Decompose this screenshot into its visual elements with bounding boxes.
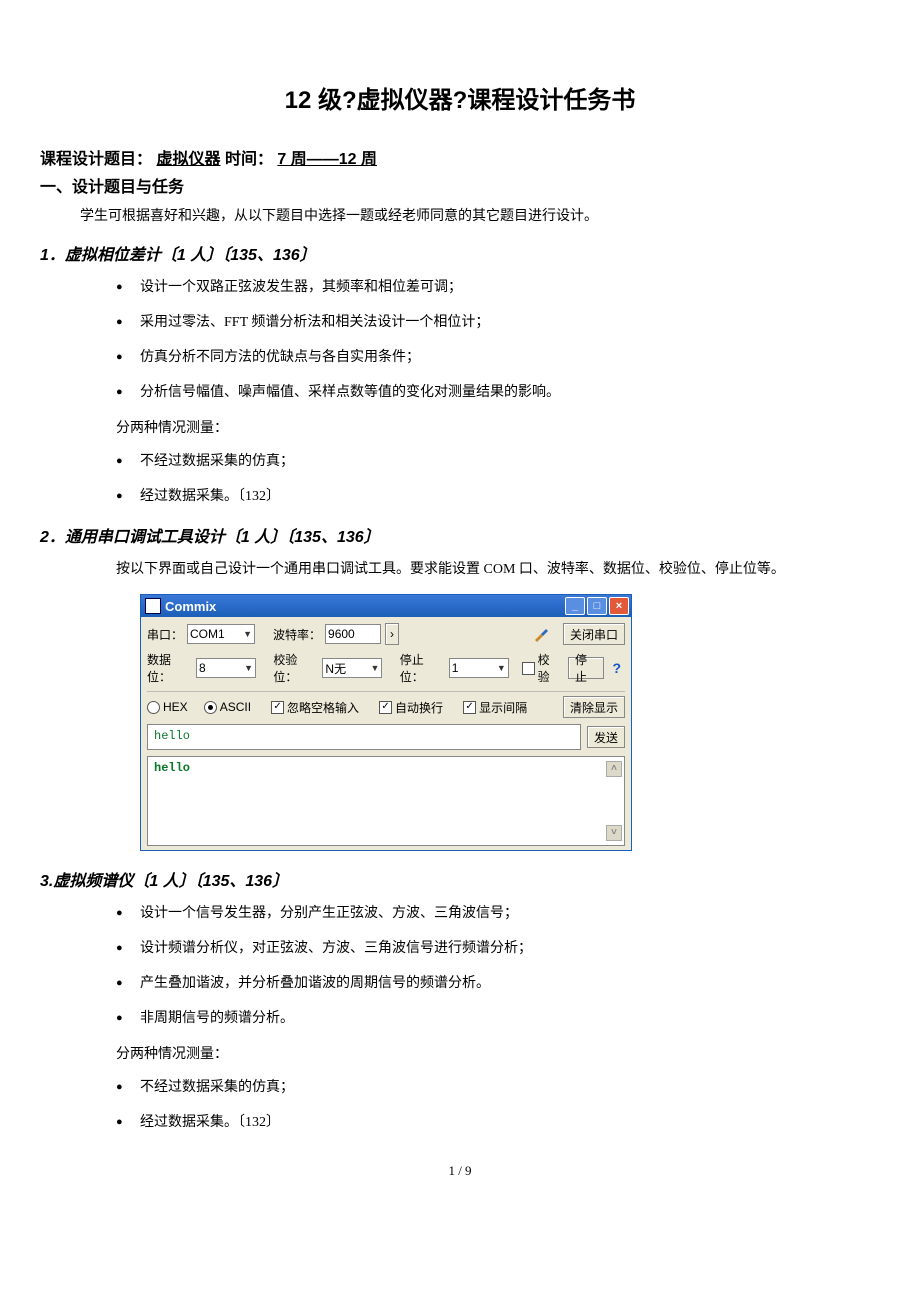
parity-label: 校验位： (273, 651, 318, 685)
topic3-subtext: 分两种情况测量： (116, 1043, 880, 1063)
auto-wrap-checkbox[interactable]: ✓自动换行 (379, 699, 443, 716)
check-label: 校验 (538, 651, 560, 685)
maximize-button[interactable]: □ (587, 597, 607, 615)
list-item: 设计频谱分析仪，对正弦波、方波、三角波信号进行频谱分析； (140, 938, 880, 959)
page-footer: 1 / 9 (40, 1163, 880, 1179)
list-item: 采用过零法、FFT 频谱分析法和相关法设计一个相位计； (140, 312, 880, 333)
meta-topic-value: 虚拟仪器 (156, 151, 220, 168)
ascii-radio[interactable]: ASCII (204, 700, 251, 714)
stopbits-label: 停止位： (400, 651, 445, 685)
show-gap-checkbox[interactable]: ✓显示间隔 (463, 699, 527, 716)
list-item: 不经过数据采集的仿真； (140, 1077, 880, 1098)
meta-line: 课程设计题目： 虚拟仪器 时间： 7 周——12 周 (40, 145, 880, 169)
output-text: hello (154, 761, 190, 775)
baud-label: 波特率： (273, 626, 321, 643)
list-item: 产生叠加谐波，并分析叠加谐波的周期信号的频谱分析。 (140, 973, 880, 994)
help-icon[interactable]: ? (608, 660, 625, 676)
commix-window: Commix _ □ × 串口： COM1 波特率： 9600 › (140, 594, 632, 851)
topic1-subtext: 分两种情况测量： (116, 417, 880, 437)
separator (147, 691, 625, 692)
databits-label: 数据位： (147, 651, 192, 685)
list-item: 不经过数据采集的仿真； (140, 451, 880, 472)
meta-time-label: 时间： (225, 151, 273, 168)
send-button[interactable]: 发送 (587, 726, 625, 748)
baud-next-button[interactable]: › (385, 623, 399, 645)
send-input[interactable]: hello (147, 724, 581, 750)
document-page: 12 级?虚拟仪器?课程设计任务书 课程设计题目： 虚拟仪器 时间： 7 周——… (0, 0, 920, 1219)
close-button[interactable]: × (609, 597, 629, 615)
ignore-space-label: 忽略空格输入 (287, 699, 359, 716)
section-heading: 一、设计题目与任务 (40, 173, 880, 197)
topic3-bullets: 设计一个信号发生器，分别产生正弦波、方波、三角波信号； 设计频谱分析仪，对正弦波… (140, 903, 880, 1029)
topic2-desc: 按以下界面或自己设计一个通用串口调试工具。要求能设置 COM 口、波特率、数据位… (116, 559, 880, 580)
titlebar[interactable]: Commix _ □ × (141, 595, 631, 617)
databits-select[interactable]: 8 (196, 658, 256, 678)
minimize-button[interactable]: _ (565, 597, 585, 615)
list-item: 分析信号幅值、噪声幅值、采样点数等值的变化对测量结果的影响。 (140, 382, 880, 403)
output-textarea[interactable]: hello ˄ ˅ (147, 756, 625, 846)
stopbits-select[interactable]: 1 (449, 658, 509, 678)
topic3-bullets2: 不经过数据采集的仿真； 经过数据采集。〔132〕 (140, 1077, 880, 1133)
meta-time-value: 7 周——12 周 (277, 151, 377, 168)
port-select[interactable]: COM1 (187, 624, 255, 644)
app-icon (145, 598, 161, 614)
meta-topic-label: 课程设计题目： (40, 151, 152, 168)
list-item: 经过数据采集。〔132〕 (140, 1112, 880, 1133)
list-item: 仿真分析不同方法的优缺点与各自实用条件； (140, 347, 880, 368)
window-title: Commix (165, 599, 216, 614)
ignore-space-checkbox[interactable]: ✓忽略空格输入 (271, 699, 359, 716)
brush-icon[interactable] (533, 626, 549, 642)
topic1-bullets2: 不经过数据采集的仿真； 经过数据采集。〔132〕 (140, 451, 880, 507)
topic1-heading: 1．虚拟相位差计〔1 人〕〔135、136〕 (40, 241, 880, 265)
list-item: 设计一个信号发生器，分别产生正弦波、方波、三角波信号； (140, 903, 880, 924)
baud-input[interactable]: 9600 (325, 624, 381, 644)
scroll-down-icon[interactable]: ˅ (606, 825, 622, 841)
stop-button[interactable]: 停止 (568, 657, 605, 679)
auto-wrap-label: 自动换行 (395, 699, 443, 716)
hex-label: HEX (163, 700, 188, 714)
list-item: 设计一个双路正弦波发生器，其频率和相位差可调； (140, 277, 880, 298)
clear-button[interactable]: 清除显示 (563, 696, 625, 718)
topic3-heading: 3.虚拟频谱仪〔1 人〕〔135、136〕 (40, 867, 880, 891)
list-item: 非周期信号的频谱分析。 (140, 1008, 880, 1029)
list-item: 经过数据采集。〔132〕 (140, 486, 880, 507)
document-title: 12 级?虚拟仪器?课程设计任务书 (40, 80, 880, 115)
embedded-screenshot: Commix _ □ × 串口： COM1 波特率： 9600 › (140, 594, 880, 851)
check-checkbox[interactable]: 校验 (522, 651, 560, 685)
show-gap-label: 显示间隔 (479, 699, 527, 716)
port-label: 串口： (147, 626, 183, 643)
topic1-bullets: 设计一个双路正弦波发生器，其频率和相位差可调； 采用过零法、FFT 频谱分析法和… (140, 277, 880, 403)
close-port-button[interactable]: 关闭串口 (563, 623, 625, 645)
intro-text: 学生可根据喜好和兴趣，从以下题目中选择一题或经老师同意的其它题目进行设计。 (80, 205, 880, 225)
scroll-up-icon[interactable]: ˄ (606, 761, 622, 777)
ascii-label: ASCII (220, 700, 251, 714)
topic2-heading: 2．通用串口调试工具设计〔1 人〕〔135、136〕 (40, 523, 880, 547)
hex-radio[interactable]: HEX (147, 700, 188, 714)
parity-select[interactable]: N无 (322, 658, 382, 678)
